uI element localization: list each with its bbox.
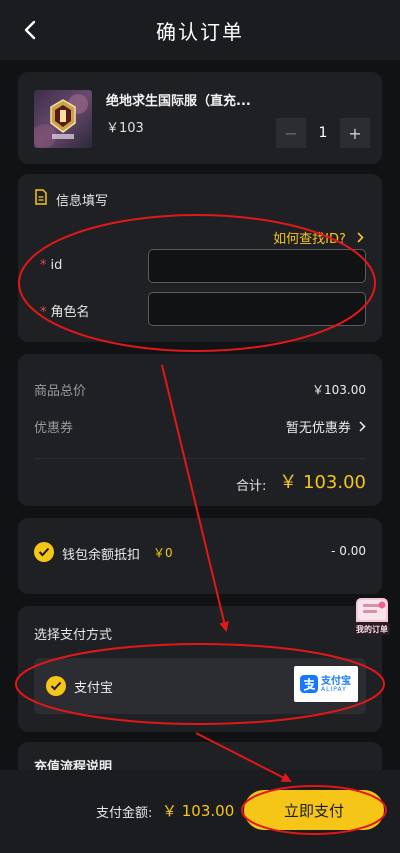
id-input[interactable] xyxy=(148,249,366,283)
alipay-logo-text: 支付宝 xyxy=(321,676,351,687)
alipay-radio[interactable] xyxy=(46,676,66,696)
id-field-label: * id xyxy=(40,258,63,273)
coupon-value: 暂无优惠券 xyxy=(285,421,351,436)
alipay-icon xyxy=(300,675,318,693)
info-card: 信息填写 如何查找ID? * id * 角色名 xyxy=(18,174,382,342)
coupon-label: 优惠券 xyxy=(34,421,74,436)
decrease-quantity-button[interactable]: − xyxy=(276,118,306,148)
product-price: ￥103 xyxy=(106,121,144,136)
role-name-field-label: * 角色名 xyxy=(40,305,90,320)
pay-now-button[interactable]: 立即支付 xyxy=(244,790,384,830)
pay-amount-label: 支付金额: xyxy=(96,806,153,821)
divider xyxy=(34,458,366,459)
checkmark-icon xyxy=(50,681,62,691)
payment-method-title: 选择支付方式 xyxy=(34,628,113,643)
game-cover-image xyxy=(34,90,92,148)
increase-quantity-button[interactable]: + xyxy=(340,118,370,148)
bottom-pay-bar: 支付金额: ￥ 103.00 立即支付 xyxy=(0,770,400,853)
required-marker: * xyxy=(40,258,47,273)
back-button[interactable] xyxy=(16,16,44,44)
chevron-right-icon xyxy=(359,421,366,432)
quantity-value[interactable]: 1 xyxy=(306,118,340,148)
product-thumbnail[interactable] xyxy=(34,90,92,148)
my-orders-float-button[interactable]: 我的订单 xyxy=(352,596,392,638)
chevron-right-icon xyxy=(357,232,364,243)
page-title: 确认订单 xyxy=(156,19,244,44)
payment-option-alipay[interactable]: 支付宝 支付宝 ALIPAY xyxy=(34,658,366,714)
product-card: 绝地求生国际服（直充... ￥103 − 1 + xyxy=(18,72,382,164)
pay-amount-value: ￥ 103.00 xyxy=(162,802,235,820)
total-label: 合计: xyxy=(236,479,267,494)
my-orders-label: 我的订单 xyxy=(356,625,388,634)
goods-total-label: 商品总价 xyxy=(34,384,87,399)
order-summary-card: 商品总价 ￥103.00 优惠券 暂无优惠券 合计: ￥ 103.00 xyxy=(18,354,382,506)
role-name-input[interactable] xyxy=(148,292,366,326)
payment-option-label: 支付宝 xyxy=(74,681,114,696)
alipay-logo: 支付宝 ALIPAY xyxy=(294,666,358,702)
wallet-deduct-label: 钱包余额抵扣 xyxy=(62,548,141,563)
document-icon xyxy=(34,189,48,209)
wallet-balance: ￥0 xyxy=(153,546,173,560)
find-id-help-link[interactable]: 如何查找ID? xyxy=(273,228,364,247)
payment-method-card: 选择支付方式 支付宝 支付宝 ALIPAY xyxy=(18,606,382,732)
wallet-card[interactable]: 钱包余额抵扣 ￥0 - 0.00 xyxy=(18,518,382,594)
wallet-checkbox[interactable] xyxy=(34,542,54,562)
find-id-help-label: 如何查找ID? xyxy=(273,232,346,247)
goods-total-value: ￥103.00 xyxy=(312,383,366,397)
total-value: ￥ 103.00 xyxy=(279,472,366,493)
checkmark-icon xyxy=(38,547,50,557)
wallet-deduction-amount: - 0.00 xyxy=(331,544,366,558)
required-marker: * xyxy=(40,305,47,320)
chevron-left-icon xyxy=(24,20,36,40)
product-name: 绝地求生国际服（直充... xyxy=(106,94,251,109)
quantity-stepper: − 1 + xyxy=(276,118,370,148)
info-section-title: 信息填写 xyxy=(56,194,109,209)
coupon-selector[interactable]: 暂无优惠券 xyxy=(286,417,366,436)
app-header: 确认订单 xyxy=(0,0,400,60)
alipay-logo-subtext: ALIPAY xyxy=(321,686,347,693)
